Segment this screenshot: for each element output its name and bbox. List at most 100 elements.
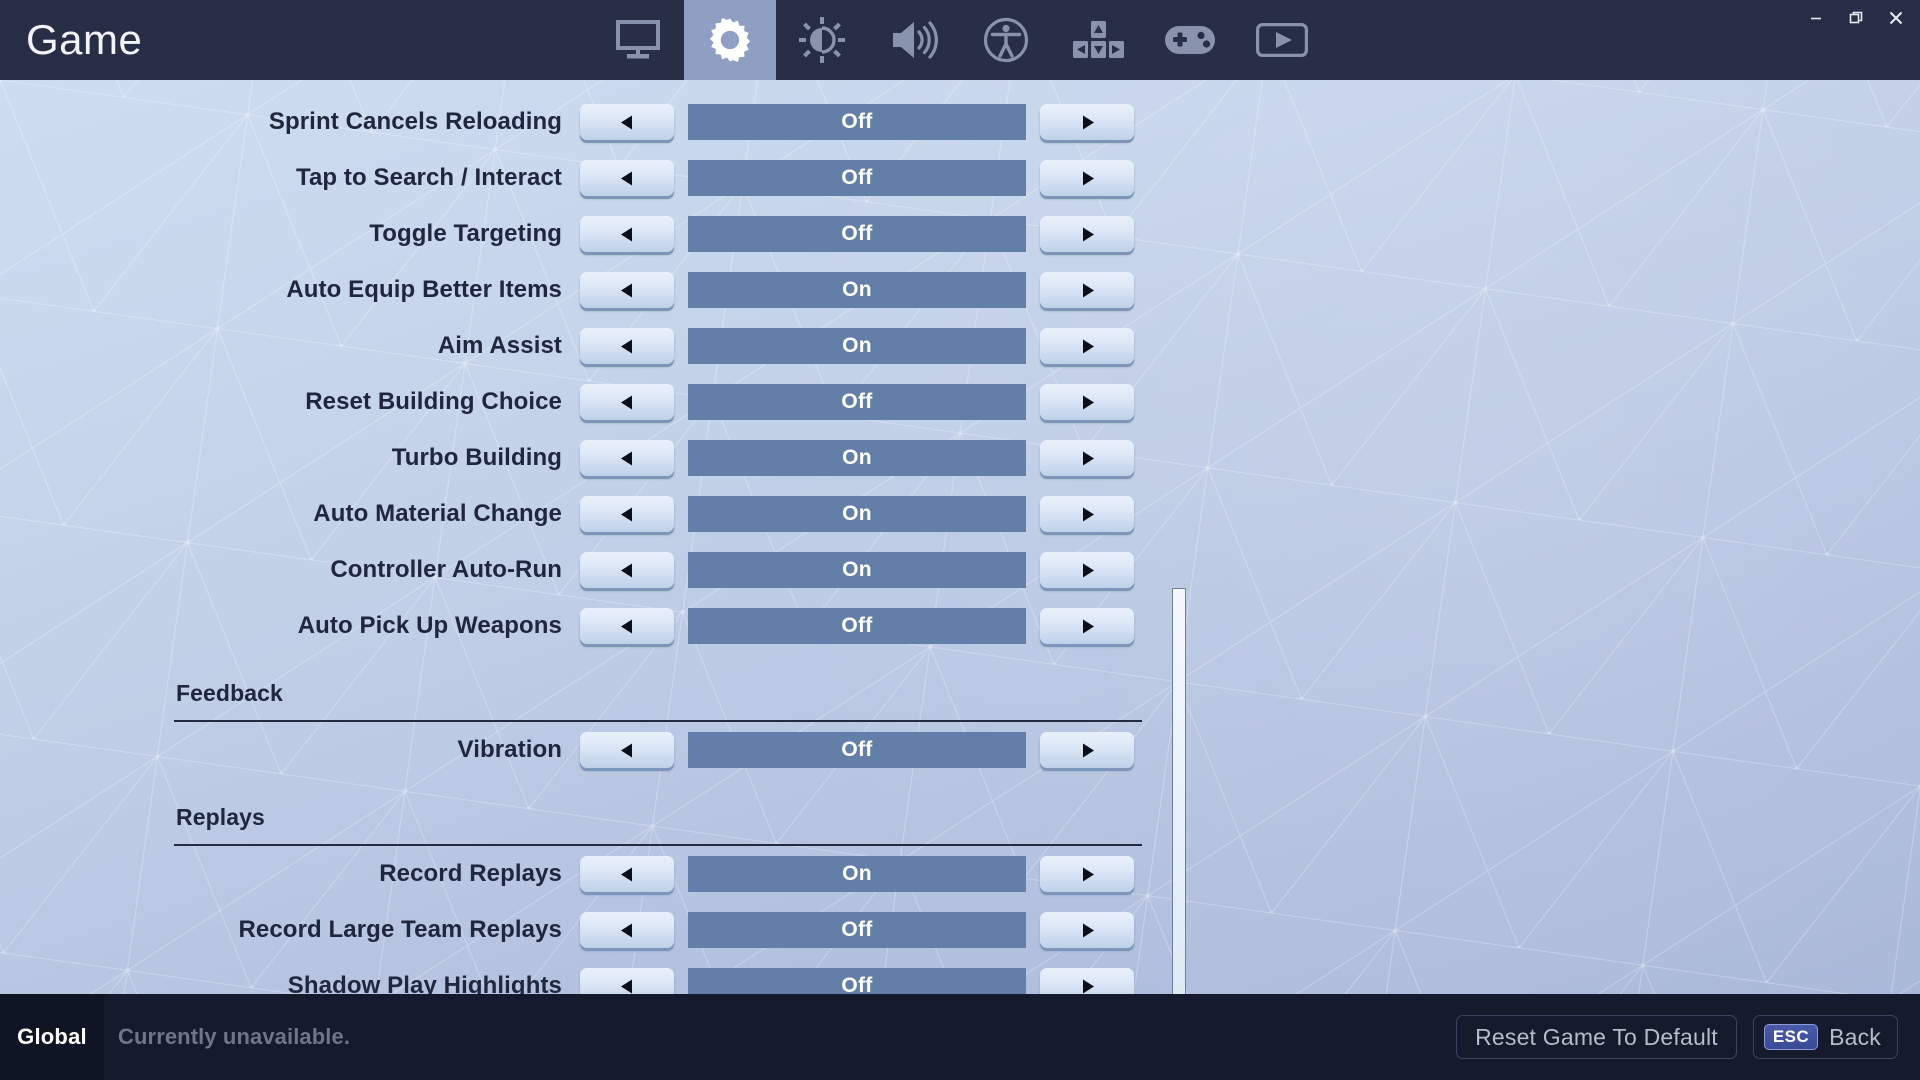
right-arrow-icon (1079, 282, 1096, 299)
setting-row: Vibration Off (0, 722, 1185, 778)
left-arrow-icon (619, 338, 636, 355)
increment-button[interactable] (1040, 496, 1134, 532)
setting-value[interactable]: On (688, 440, 1026, 476)
right-arrow-icon (1079, 114, 1096, 131)
scrollbar-thumb[interactable] (1172, 588, 1186, 994)
right-arrow-icon (1079, 170, 1096, 187)
restore-button[interactable] (1836, 1, 1876, 35)
decrement-button[interactable] (580, 104, 674, 140)
tab-controller[interactable] (1144, 0, 1236, 80)
setting-label: Tap to Search / Interact (295, 164, 562, 191)
tab-replay[interactable] (1236, 0, 1328, 80)
play-screen-icon (1256, 23, 1308, 57)
setting-row: Toggle Targeting Off (0, 206, 1185, 262)
setting-value[interactable]: On (688, 328, 1026, 364)
settings-section-header: Replays (0, 778, 1142, 846)
setting-value[interactable]: Off (688, 104, 1026, 140)
setting-row: Auto Equip Better Items On (0, 262, 1185, 318)
section-divider (174, 844, 1142, 846)
left-arrow-icon (619, 394, 636, 411)
monitor-icon (615, 19, 661, 61)
tab-audio[interactable] (868, 0, 960, 80)
setting-label: Shadow Play Highlights (287, 972, 562, 994)
decrement-button[interactable] (580, 496, 674, 532)
setting-value[interactable]: Off (688, 384, 1026, 420)
setting-value[interactable]: On (688, 856, 1026, 892)
left-arrow-icon (619, 282, 636, 299)
increment-button[interactable] (1040, 732, 1134, 768)
reset-to-default-button[interactable]: Reset Game To Default (1456, 1015, 1737, 1059)
increment-button[interactable] (1040, 104, 1134, 140)
right-arrow-icon (1079, 506, 1096, 523)
tab-accessibility[interactable] (960, 0, 1052, 80)
increment-button[interactable] (1040, 608, 1134, 644)
increment-button[interactable] (1040, 216, 1134, 252)
increment-button[interactable] (1040, 912, 1134, 948)
right-arrow-icon (1079, 742, 1096, 759)
left-arrow-icon (619, 922, 636, 939)
increment-button[interactable] (1040, 968, 1134, 994)
increment-button[interactable] (1040, 272, 1134, 308)
setting-value[interactable]: Off (688, 608, 1026, 644)
back-button-label: Back (1829, 1023, 1881, 1050)
scope-label: Global (17, 1024, 87, 1049)
setting-value[interactable]: On (688, 496, 1026, 532)
decrement-button[interactable] (580, 384, 674, 420)
section-divider (174, 720, 1142, 722)
setting-row: Reset Building Choice Off (0, 374, 1185, 430)
setting-value[interactable]: Off (688, 732, 1026, 768)
setting-label: Auto Pick Up Weapons (297, 612, 562, 639)
setting-value[interactable]: Off (688, 912, 1026, 948)
setting-label: Auto Equip Better Items (286, 276, 562, 303)
arrow-keys-icon (1072, 20, 1124, 60)
decrement-button[interactable] (580, 328, 674, 364)
setting-value[interactable]: On (688, 552, 1026, 588)
decrement-button[interactable] (580, 856, 674, 892)
increment-button[interactable] (1040, 160, 1134, 196)
left-arrow-icon (619, 506, 636, 523)
settings-scroll-area: Sprint Cancels Reloading Off Tap to Search… (0, 80, 1920, 994)
tab-video[interactable] (592, 0, 684, 80)
decrement-button[interactable] (580, 552, 674, 588)
decrement-button[interactable] (580, 216, 674, 252)
decrement-button[interactable] (580, 912, 674, 948)
increment-button[interactable] (1040, 440, 1134, 476)
settings-tab-bar (592, 0, 1328, 80)
setting-value[interactable]: On (688, 272, 1026, 308)
left-arrow-icon (619, 226, 636, 243)
setting-value[interactable]: Off (688, 216, 1026, 252)
setting-row: Auto Pick Up Weapons Off (0, 598, 1185, 654)
esc-key-badge: ESC (1763, 1024, 1819, 1050)
decrement-button[interactable] (580, 968, 674, 994)
tab-brightness[interactable] (776, 0, 868, 80)
increment-button[interactable] (1040, 552, 1134, 588)
setting-value[interactable]: Off (688, 160, 1026, 196)
scrollbar[interactable] (1172, 588, 1186, 994)
setting-label: Sprint Cancels Reloading (268, 108, 562, 135)
setting-label: Vibration (457, 736, 562, 763)
decrement-button[interactable] (580, 160, 674, 196)
window-controls (1796, 0, 1916, 36)
right-arrow-icon (1079, 618, 1096, 635)
setting-value[interactable]: Off (688, 968, 1026, 994)
close-button[interactable] (1876, 1, 1916, 35)
setting-label: Record Large Team Replays (238, 916, 562, 943)
increment-button[interactable] (1040, 384, 1134, 420)
increment-button[interactable] (1040, 328, 1134, 364)
decrement-button[interactable] (580, 608, 674, 644)
minimize-button[interactable] (1796, 1, 1836, 35)
left-arrow-icon (619, 618, 636, 635)
decrement-button[interactable] (580, 272, 674, 308)
setting-label: Turbo Building (391, 444, 562, 471)
right-arrow-icon (1079, 922, 1096, 939)
back-button[interactable]: ESC Back (1752, 1015, 1898, 1059)
tab-keybinds[interactable] (1052, 0, 1144, 80)
increment-button[interactable] (1040, 856, 1134, 892)
decrement-button[interactable] (580, 732, 674, 768)
decrement-button[interactable] (580, 440, 674, 476)
setting-row: Record Large Team Replays Off (0, 902, 1185, 958)
left-arrow-icon (619, 978, 636, 995)
tab-game[interactable] (684, 0, 776, 80)
setting-row: Record Replays On (0, 846, 1185, 902)
setting-label: Controller Auto-Run (330, 556, 562, 583)
